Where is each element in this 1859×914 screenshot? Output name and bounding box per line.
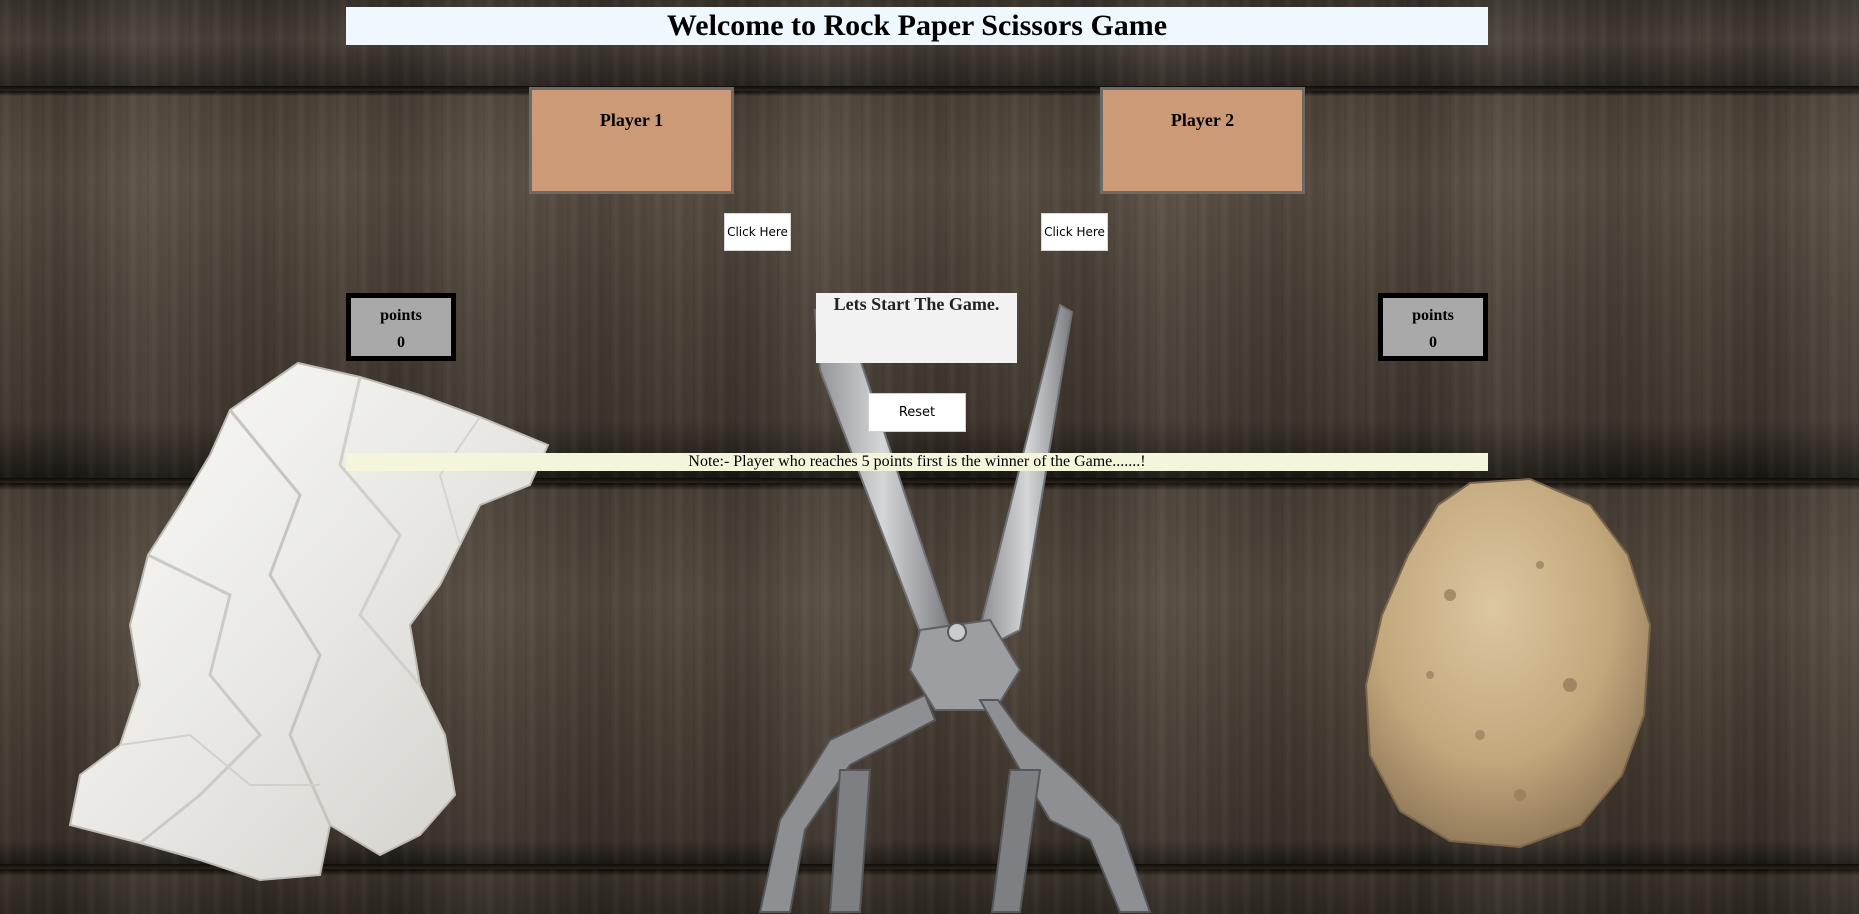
player-1-click-button[interactable]: Click Here [724, 213, 791, 251]
title-bar: Welcome to Rock Paper Scissors Game [346, 7, 1488, 45]
player-1-label: Player 1 [599, 110, 664, 130]
player-1-points-label: points [380, 307, 422, 324]
plank-seam [0, 86, 1859, 91]
rock-icon [1364, 477, 1652, 849]
game-status-message: Lets Start The Game. [833, 294, 1000, 314]
player-2-points-label: points [1412, 307, 1454, 324]
crumpled-paper-icon [68, 361, 550, 882]
player-2-click-button[interactable]: Click Here [1041, 213, 1108, 251]
game-status-box: Lets Start The Game. [816, 293, 1017, 363]
player-1-points-box: points 0 [346, 293, 456, 361]
player-1-box: Player 1 [529, 87, 734, 194]
rules-note: Note:- Player who reaches 5 points first… [346, 453, 1488, 471]
player-1-points-value: 0 [397, 334, 405, 351]
player-2-points-box: points 0 [1378, 293, 1488, 361]
page-title: Welcome to Rock Paper Scissors Game [666, 9, 1168, 42]
reset-button[interactable]: Reset [868, 393, 966, 432]
player-2-points-value: 0 [1429, 334, 1437, 351]
player-2-box: Player 2 [1100, 87, 1305, 194]
player-2-label: Player 2 [1170, 110, 1235, 130]
